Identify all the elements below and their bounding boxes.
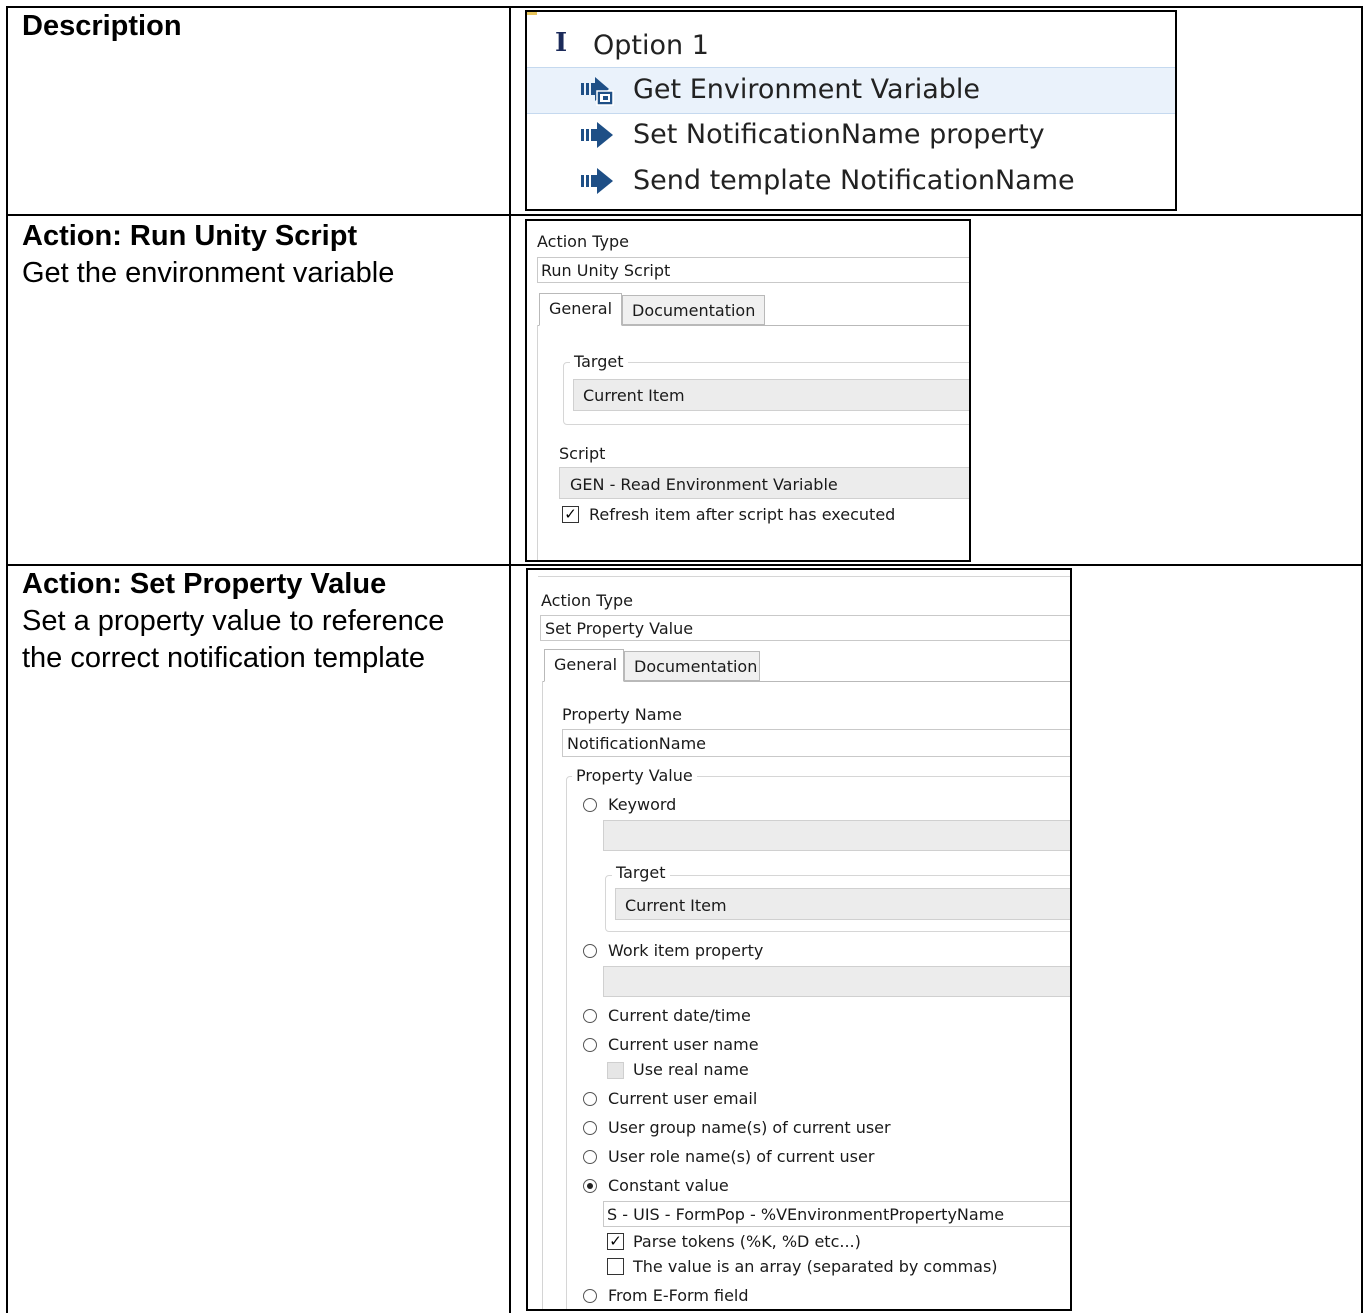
current-user-email-radio[interactable] [583,1092,597,1106]
set-property-panel: Action Type Set Property Value General D… [526,568,1072,1311]
eform-label: From E-Form field [608,1286,749,1305]
keyword-target-dropdown[interactable]: Current Item [615,888,1070,920]
table-border-top [6,6,1362,8]
array-checkbox[interactable] [607,1258,624,1275]
work-item-label: Work item property [608,941,764,960]
option-number-icon: I [555,28,568,58]
tab-general-label: General [554,655,618,674]
table-border-left [6,6,8,1313]
target-value: Current Item [583,386,685,405]
corner-marker-icon [527,12,537,15]
tree-root-label: Option 1 [593,30,709,61]
property-name-label: Property Name [562,705,682,724]
refresh-checkbox[interactable]: ✓ [562,506,579,523]
script-dropdown[interactable]: GEN - Read Environment Variable [559,467,969,499]
constant-value-text: S - UIS - FormPop - %VEnvironmentPropert… [607,1205,1005,1224]
current-user-name-label: Current user name [608,1035,759,1054]
action-type-field[interactable]: Set Property Value [540,615,1070,641]
tab-content-left-border [537,325,538,560]
current-user-email-label: Current user email [608,1089,758,1108]
refresh-label: Refresh item after script has executed [589,505,896,524]
tab-documentation-label: Documentation [634,657,758,676]
property-value-legend: Property Value [572,766,697,785]
table-row-divider-1 [6,214,1362,216]
constant-value-label: Constant value [608,1176,729,1195]
tree-item-label: Get Environment Variable [633,74,981,105]
row2-text: Action: Run Unity Script Get the environ… [22,218,394,292]
tab-general[interactable]: General [539,293,622,326]
run-script-panel: Action Type Run Unity Script General Doc… [525,219,971,562]
user-role-label: User role name(s) of current user [608,1147,875,1166]
tab-documentation[interactable]: Documentation [624,651,760,681]
script-value: GEN - Read Environment Variable [570,475,838,494]
row3-text: Action: Set Property Value Set a propert… [22,566,444,677]
parse-tokens-label: Parse tokens (%K, %D etc...) [633,1232,861,1251]
constant-value-radio[interactable] [583,1179,597,1193]
user-group-radio[interactable] [583,1121,597,1135]
keyword-radio[interactable] [583,798,597,812]
current-user-name-radio[interactable] [583,1038,597,1052]
table-column-divider [509,6,511,1313]
keyword-input[interactable] [603,820,1070,851]
table-border-right [1361,6,1363,1313]
work-item-input[interactable] [603,966,1070,997]
current-datetime-label: Current date/time [608,1006,751,1025]
workflow-tree-panel: I Option 1 Get Environment Variable Set … [525,10,1177,211]
tab-documentation-label: Documentation [632,301,756,320]
arrow-action-icon [581,168,613,194]
tree-item-label: Send template NotificationName [633,165,1075,196]
row1-heading: Description [22,10,182,42]
action-type-label: Action Type [537,232,629,251]
constant-value-input[interactable]: S - UIS - FormPop - %VEnvironmentPropert… [603,1201,1070,1227]
row3-body-line2: the correct notification template [22,642,425,674]
keyword-target-legend: Target [612,863,670,882]
parse-tokens-checkbox[interactable]: ✓ [607,1233,624,1250]
action-type-field[interactable]: Run Unity Script [537,257,969,283]
use-real-name-label: Use real name [633,1060,749,1079]
target-dropdown[interactable]: Current Item [573,379,969,411]
keyword-label: Keyword [608,795,677,814]
work-item-radio[interactable] [583,944,597,958]
tree-root-option[interactable]: I Option 1 [527,24,1175,69]
env-variable-icon [581,77,614,106]
use-real-name-checkbox[interactable] [607,1062,624,1079]
top-divider [538,576,1070,577]
row3-body-line1: Set a property value to reference [22,605,445,637]
script-label: Script [559,444,606,463]
row2-heading: Action: Run Unity Script [22,220,358,252]
action-type-label: Action Type [541,591,633,610]
property-name-input[interactable]: NotificationName [562,729,1070,757]
tree-item-label: Set NotificationName property [633,119,1045,150]
keyword-target-value: Current Item [625,896,727,915]
user-group-label: User group name(s) of current user [608,1118,891,1137]
tree-item-send-template[interactable]: Send template NotificationName [527,159,1175,204]
current-datetime-radio[interactable] [583,1009,597,1023]
property-name-value: NotificationName [567,734,707,753]
eform-radio[interactable] [583,1289,597,1303]
tree-item-set-property[interactable]: Set NotificationName property [527,113,1175,158]
tab-general-label: General [549,299,613,318]
row2-body: Get the environment variable [22,257,395,289]
action-type-value: Run Unity Script [541,261,671,280]
tab-general[interactable]: General [544,649,624,682]
target-legend: Target [570,352,628,371]
arrow-action-icon [581,122,613,148]
array-label: The value is an array (separated by comm… [633,1257,998,1276]
user-role-radio[interactable] [583,1150,597,1164]
tab-content-left-border [542,681,543,1309]
tab-documentation[interactable]: Documentation [622,295,765,325]
row3-heading: Action: Set Property Value [22,568,387,600]
action-type-value: Set Property Value [545,619,694,638]
tree-item-get-env[interactable]: Get Environment Variable [527,67,1175,114]
